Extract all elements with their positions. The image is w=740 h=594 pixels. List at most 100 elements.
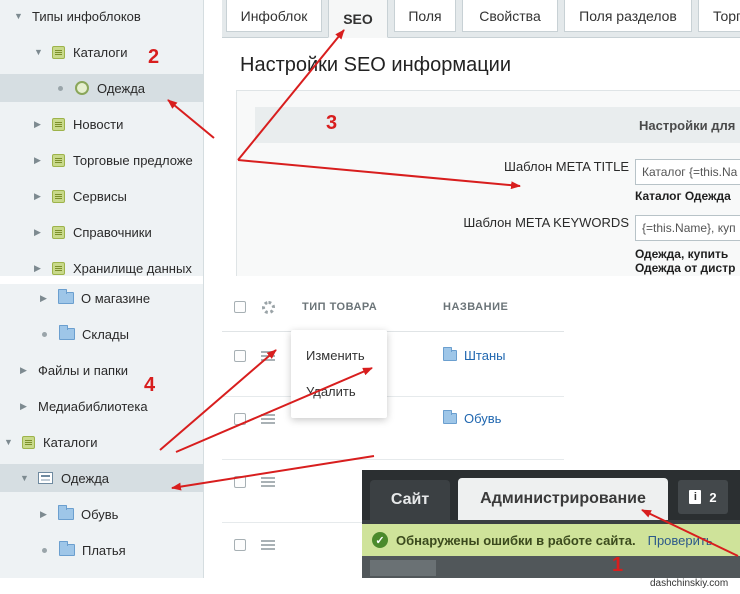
expand-icon[interactable]: ▶	[40, 294, 48, 303]
select-all-checkbox[interactable]	[234, 301, 246, 313]
collapse-icon[interactable]: ▼	[34, 48, 43, 57]
expand-icon[interactable]: ▶	[34, 228, 42, 237]
tree-item-references[interactable]: ▶ Справочники	[34, 218, 152, 246]
iblock-tree-sidebar: ▼ Типы инфоблоков ▼ Каталоги Одежда ▶ Но…	[0, 0, 204, 578]
menu-item-delete[interactable]: Удалить	[306, 384, 356, 399]
section-header-label: Настройки для	[639, 117, 736, 133]
expand-icon[interactable]: ▶	[20, 402, 28, 411]
iblock-type-icon	[52, 261, 65, 275]
meta-keywords-preview: Одежда, купить	[635, 247, 729, 261]
iblock-type-icon	[52, 189, 65, 203]
catalog-list-icon	[38, 472, 53, 484]
tab-offers[interactable]: Торг	[698, 0, 740, 32]
table-row-name[interactable]: Штаны	[443, 347, 506, 363]
bullet-icon	[58, 85, 63, 91]
meta-keywords-input[interactable]: {=this.Name}, куп	[635, 215, 740, 241]
bullet-icon	[42, 331, 47, 337]
row-checkbox[interactable]	[234, 350, 246, 362]
tree-item-catalogs[interactable]: ▼ Каталоги	[4, 428, 98, 456]
row-divider	[222, 396, 564, 397]
tree-item-label: Склады	[82, 326, 129, 342]
tree-item-label: Хранилище данных	[73, 260, 192, 276]
admin-toolbar	[362, 556, 740, 578]
collapse-icon[interactable]: ▼	[4, 438, 13, 447]
iblock-type-icon	[22, 435, 35, 449]
alert-text: Обнаружены ошибки в работе сайта.	[396, 532, 636, 548]
tab-administration[interactable]: Администрирование	[458, 478, 668, 520]
folder-icon	[59, 541, 75, 556]
notifications-button[interactable]: i 2	[678, 480, 728, 514]
tree-item-label: Обувь	[81, 506, 119, 522]
tree-item-news[interactable]: ▶ Новости	[34, 110, 123, 138]
tree-item-label: Сервисы	[73, 188, 127, 204]
notifications-count: 2	[709, 489, 717, 505]
column-name[interactable]: НАЗВАНИЕ	[443, 301, 508, 313]
tab-seo[interactable]: SEO	[328, 0, 388, 38]
tree-item-offers[interactable]: ▶ Торговые предложе	[34, 146, 193, 174]
folder-icon	[443, 410, 457, 424]
iblock-type-icon	[52, 225, 65, 239]
row-menu-icon[interactable]	[261, 540, 275, 550]
column-product-type[interactable]: ТИП ТОВАРА	[302, 301, 377, 313]
meta-title-label: Шаблон META TITLE	[504, 159, 629, 174]
tree-item-clothing-iblock[interactable]: Одежда	[0, 74, 203, 102]
step-number-1: 1	[612, 554, 624, 576]
meta-title-input[interactable]: Каталог {=this.Na	[635, 159, 740, 185]
meta-keywords-preview-2: Одежда от дистр	[635, 261, 736, 275]
tree-item-dresses[interactable]: Платья	[40, 536, 126, 564]
folder-icon	[58, 505, 74, 520]
tree-item-about-shop[interactable]: ▶ О магазине	[40, 284, 150, 312]
tree-item-services[interactable]: ▶ Сервисы	[34, 182, 127, 210]
tree-item-files-folders[interactable]: ▶ Файлы и папки	[20, 356, 128, 384]
tab-site[interactable]: Сайт	[370, 480, 450, 520]
tree-item-label: Платья	[82, 542, 126, 558]
row-checkbox[interactable]	[234, 539, 246, 551]
row-name-label: Штаны	[464, 348, 506, 363]
iblock-settings-icon	[75, 81, 89, 95]
seo-settings-box: Настройки для Шаблон META TITLE Каталог …	[236, 90, 740, 276]
expand-icon[interactable]: ▶	[34, 264, 42, 273]
gear-icon[interactable]	[262, 301, 275, 314]
tree-item-catalogs-type[interactable]: ▼ Каталоги	[34, 38, 128, 66]
row-checkbox[interactable]	[234, 476, 246, 488]
tree-item-label: О магазине	[81, 290, 151, 306]
tree-item-iblock-types[interactable]: ▼ Типы инфоблоков	[14, 2, 141, 30]
tree-item-media-library[interactable]: ▶ Медиабиблиотека	[20, 392, 148, 420]
expand-icon[interactable]: ▶	[34, 156, 42, 165]
row-name-label: Обувь	[464, 411, 502, 426]
step-number-4: 4	[144, 374, 156, 396]
collapse-icon[interactable]: ▼	[20, 474, 29, 483]
tree-item-label: Медиабиблиотека	[38, 398, 148, 414]
step-number-2: 2	[148, 46, 160, 68]
tree-item-label: Справочники	[73, 224, 152, 240]
tab-fields[interactable]: Поля	[394, 0, 456, 32]
row-menu-icon[interactable]	[261, 351, 275, 361]
tree-item-label: Торговые предложе	[73, 152, 193, 168]
admin-panel: Сайт Администрирование i 2 ✓ Обнаружены …	[362, 470, 740, 578]
expand-icon[interactable]: ▶	[20, 366, 28, 375]
iblock-type-icon	[52, 117, 65, 131]
expand-icon[interactable]: ▶	[34, 192, 42, 201]
tab-iblock[interactable]: Инфоблок	[226, 0, 322, 32]
menu-item-edit[interactable]: Изменить	[306, 348, 365, 363]
row-checkbox[interactable]	[234, 413, 246, 425]
tab-properties[interactable]: Свойства	[462, 0, 558, 32]
tree-item-label: Новости	[73, 116, 124, 132]
seo-content: Настройки SEO информации Настройки для Ш…	[222, 38, 740, 276]
row-menu-icon[interactable]	[261, 477, 275, 487]
expand-icon[interactable]: ▶	[40, 510, 48, 519]
row-menu-icon[interactable]	[261, 414, 275, 424]
toolbar-item[interactable]	[370, 560, 436, 576]
tree-item-label: Одежда	[61, 470, 110, 486]
folder-icon	[59, 325, 75, 340]
tree-item-label: Файлы и папки	[38, 362, 129, 378]
tree-item-clothing-catalog[interactable]: ▼ Одежда	[0, 464, 203, 492]
table-row-name[interactable]: Обувь	[443, 410, 502, 426]
tree-item-warehouses[interactable]: Склады	[40, 320, 129, 348]
check-link[interactable]: Проверить	[648, 533, 713, 548]
tree-item-shoes[interactable]: ▶ Обувь	[40, 500, 118, 528]
site-error-alert: ✓ Обнаружены ошибки в работе сайта. Пров…	[362, 524, 740, 556]
expand-icon[interactable]: ▶	[34, 120, 42, 129]
tab-section-fields[interactable]: Поля разделов	[564, 0, 692, 32]
collapse-icon[interactable]: ▼	[14, 12, 23, 21]
